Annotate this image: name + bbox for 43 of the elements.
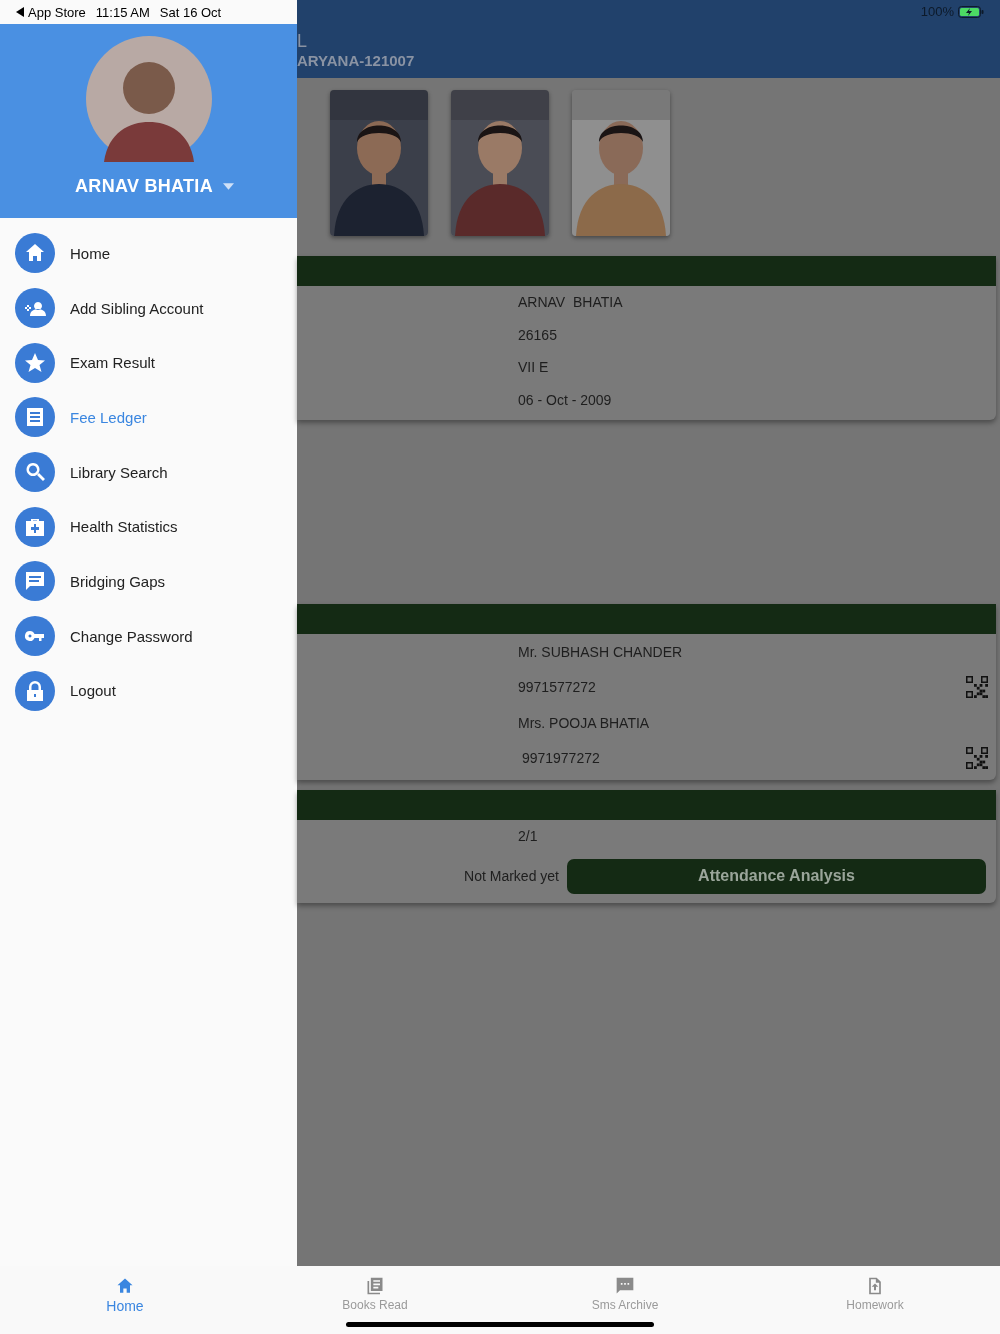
student-detail: VII E <box>518 359 549 376</box>
student-detail: 06 - Oct - 2009 <box>518 391 612 408</box>
school-name: L <box>297 30 308 52</box>
attendance-status: Not Marked yet <box>464 868 559 884</box>
key-icon <box>15 616 55 657</box>
student-detail: ARNAV BHATIA <box>518 294 623 311</box>
menu-item[interactable]: Fee Ledger <box>0 390 297 445</box>
qr-code-icon[interactable] <box>966 747 988 770</box>
menu-item[interactable]: Library Search <box>0 444 297 500</box>
battery-icon <box>958 5 984 18</box>
books-icon <box>365 1276 385 1296</box>
document-icon <box>15 397 55 438</box>
qr-code-icon[interactable] <box>966 676 988 699</box>
search-icon <box>15 452 55 493</box>
home-icon <box>15 233 55 274</box>
status-date: Sat 16 Oct <box>159 4 222 20</box>
back-app-link[interactable]: App Store <box>28 4 86 20</box>
caret-icon[interactable] <box>222 183 234 190</box>
chat-icon <box>615 1276 635 1296</box>
attendance-analysis-button[interactable]: Attendance Analysis <box>567 858 986 894</box>
menu-item[interactable]: Change Password <box>0 608 297 664</box>
student-detail: 26165 <box>518 326 557 343</box>
student-name: ARNAV BHATIA <box>75 176 213 197</box>
medical-kit-icon <box>15 506 55 547</box>
nav-tab[interactable]: Home <box>0 1266 250 1334</box>
menu-item[interactable]: Add Sibling Account <box>0 280 297 336</box>
attendance-count: 2/1 <box>518 828 538 845</box>
parent-name: Mrs. POOJA BHATIA <box>518 714 650 731</box>
add-person-icon <box>15 288 55 329</box>
menu-item[interactable]: Health Statistics <box>0 499 297 555</box>
phone-number: 9971577272 <box>518 679 596 696</box>
parent-name: Mr. SUBHASH CHANDER <box>518 643 683 660</box>
phone-number: 9971977272 <box>520 750 600 767</box>
menu-item[interactable]: Exam Result <box>0 335 297 391</box>
battery-percent: 100% <box>920 4 954 19</box>
school-address: ARYANA-121007 <box>297 52 416 70</box>
lock-icon <box>15 670 55 711</box>
menu-item[interactable]: Logout <box>0 663 297 719</box>
status-time: 11:15 AM <box>95 4 150 20</box>
menu-item[interactable]: Bridging Gaps <box>0 554 297 609</box>
menu-item[interactable]: Home <box>0 226 297 281</box>
home-icon <box>115 1276 135 1296</box>
chat-icon <box>15 561 55 602</box>
